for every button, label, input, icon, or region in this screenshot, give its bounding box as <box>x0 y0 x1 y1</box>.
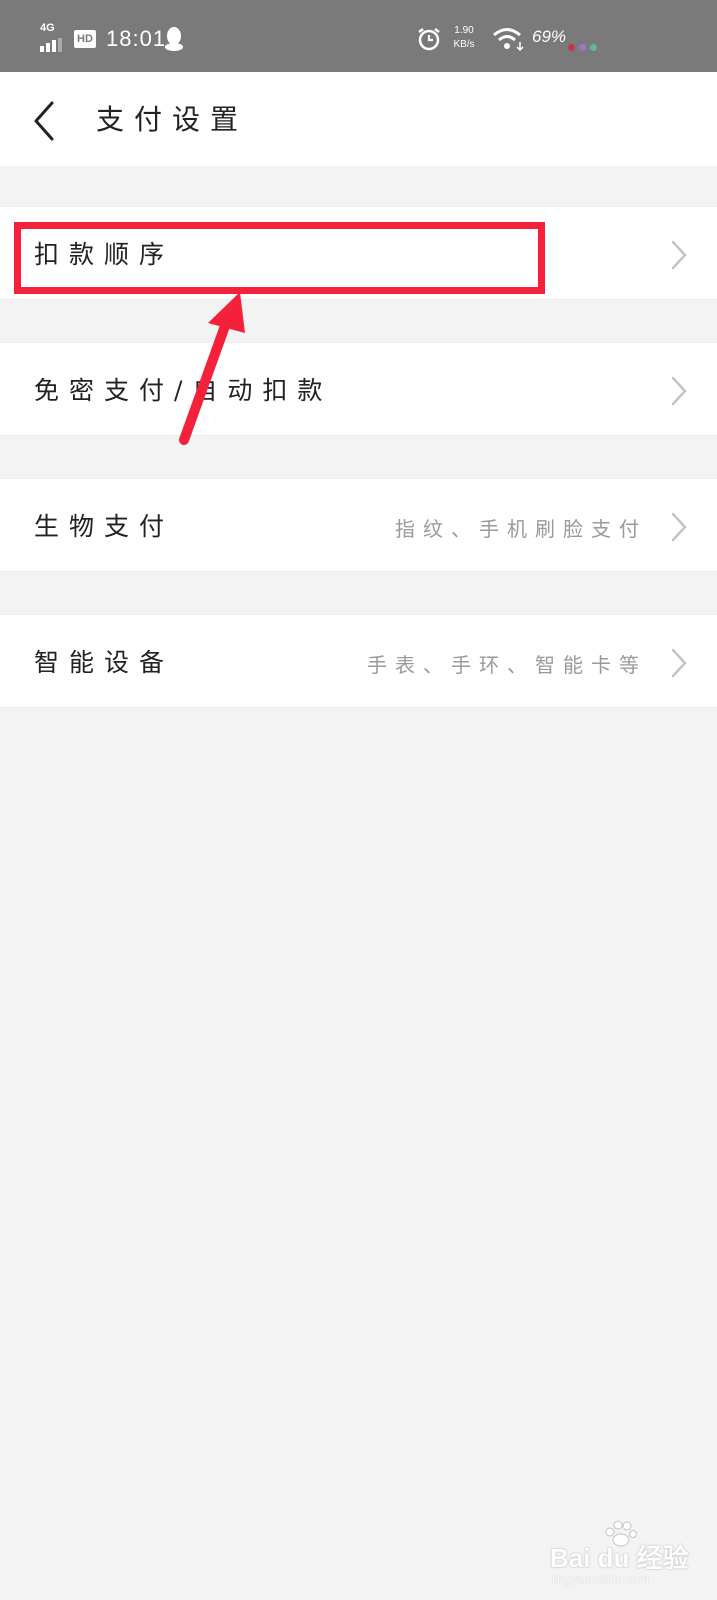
baidu-jingyan-watermark: Bai du 经验 jingyan.baidu.com <box>548 1520 698 1590</box>
chevron-left-icon <box>34 101 54 141</box>
highlight-box <box>14 222 545 294</box>
back-button[interactable] <box>24 94 64 144</box>
notification-dots <box>568 36 601 55</box>
qq-notification-icon <box>164 26 184 52</box>
network-speed-unit: KB/s <box>453 39 475 50</box>
notification-dot <box>568 44 575 51</box>
clock-time: 18:01 <box>106 26 167 51</box>
notification-dot <box>579 44 586 51</box>
cellular-signal-icon: 4G <box>38 22 66 52</box>
settings-item-label: 生物支付 <box>34 512 175 541</box>
settings-item-detail: 指纹、手机刷脸支付 <box>395 517 647 541</box>
network-speed-value: 1.90 <box>454 25 474 36</box>
network-speed: 1.90 KB/s <box>452 24 476 52</box>
title-bar: 支付设置 <box>0 72 717 166</box>
settings-item-detail: 手表、手环、智能卡等 <box>367 653 647 677</box>
network-type: 4G <box>40 22 55 34</box>
settings-item-password-free-payment[interactable]: 免密支付/自动扣款 <box>0 342 717 436</box>
battery-level: 69% <box>532 27 567 46</box>
hd-voice-icon: HD <box>74 30 96 48</box>
page-title: 支付设置 <box>96 103 249 136</box>
wifi-icon <box>492 26 524 52</box>
notification-dot <box>590 44 597 51</box>
settings-item-biometric-payment[interactable]: 生物支付 指纹、手机刷脸支付 <box>0 478 717 572</box>
status-bar: 4G HD 18:01 1.90 KB/s 69% <box>0 0 717 72</box>
settings-item-smart-devices[interactable]: 智能设备 手表、手环、智能卡等 <box>0 614 717 708</box>
chevron-right-icon <box>671 648 687 678</box>
settings-item-label: 智能设备 <box>34 648 175 677</box>
watermark-url: jingyan.baidu.com <box>552 1572 649 1586</box>
settings-item-label: 免密支付/自动扣款 <box>34 376 333 405</box>
chevron-right-icon <box>671 512 687 542</box>
chevron-right-icon <box>671 240 687 270</box>
alarm-clock-icon <box>416 26 442 52</box>
chevron-right-icon <box>671 376 687 406</box>
watermark-text: Bai du 经验 <box>550 1543 689 1573</box>
